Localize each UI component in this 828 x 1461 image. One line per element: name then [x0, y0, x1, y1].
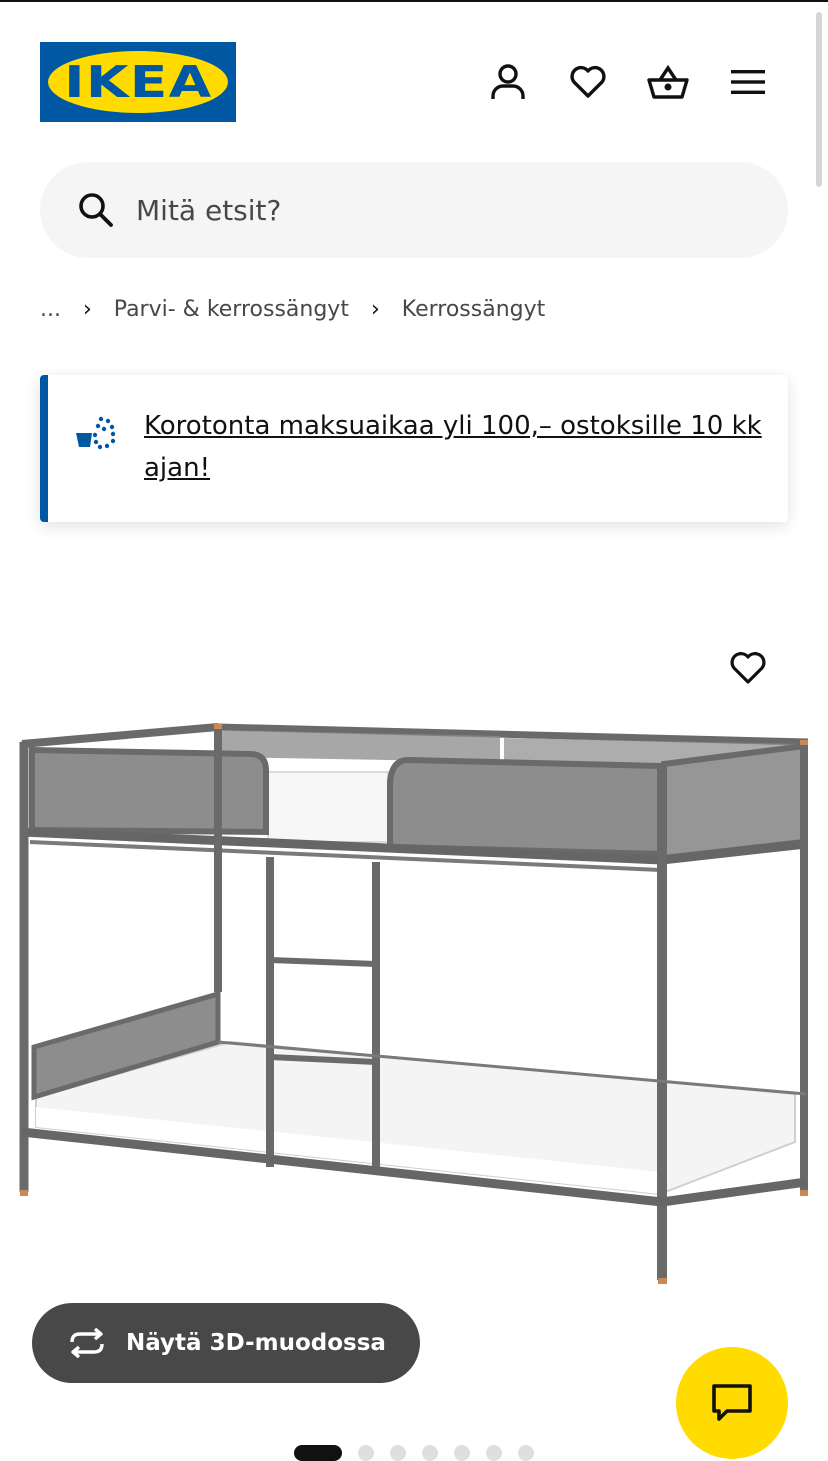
product-favourite-button[interactable] — [724, 644, 772, 692]
carousel-dot[interactable] — [390, 1445, 406, 1461]
chevron-right-icon: › — [370, 296, 380, 322]
logo-text: IKEA — [63, 56, 213, 108]
carousel-dots — [294, 1445, 550, 1461]
chat-button[interactable] — [676, 1347, 788, 1459]
breadcrumb: ... › Parvi- & kerrossängyt › Kerrossäng… — [40, 292, 545, 326]
carousel-dot[interactable] — [422, 1445, 438, 1461]
chevron-right-icon: › — [82, 296, 92, 322]
search-bar[interactable] — [40, 162, 788, 258]
site-header: IKEA — [0, 2, 828, 152]
rotate-3d-icon — [70, 1328, 104, 1358]
search-input[interactable] — [136, 184, 736, 236]
basket-button[interactable] — [646, 60, 690, 104]
breadcrumb-item-bunk-beds[interactable]: Kerrossängyt — [402, 297, 546, 322]
heart-icon — [570, 65, 606, 98]
favourites-button[interactable] — [566, 60, 610, 104]
payment-icon — [76, 416, 116, 450]
chat-icon — [712, 1384, 752, 1421]
view-3d-button[interactable]: Näytä 3D-muodossa — [32, 1303, 420, 1383]
carousel-dot[interactable] — [358, 1445, 374, 1461]
view-3d-label: Näytä 3D-muodossa — [126, 1330, 386, 1356]
carousel-dot[interactable] — [486, 1445, 502, 1461]
carousel-dot[interactable] — [294, 1445, 342, 1461]
shopping-basket-icon — [647, 64, 689, 99]
carousel-dot[interactable] — [454, 1445, 470, 1461]
ikea-logo[interactable]: IKEA — [40, 42, 236, 122]
carousel-dot[interactable] — [518, 1445, 534, 1461]
logo-oval: IKEA — [48, 51, 228, 113]
promo-link[interactable]: Korotonta maksuaikaa yli 100,– ostoksill… — [144, 405, 764, 489]
promo-accent-bar — [40, 375, 48, 522]
profile-icon — [491, 64, 525, 99]
bunk-bed-image[interactable] — [0, 702, 828, 1302]
hamburger-menu-icon — [731, 70, 765, 94]
breadcrumb-ellipsis[interactable]: ... — [40, 297, 61, 322]
profile-button[interactable] — [486, 60, 530, 104]
heart-icon — [730, 652, 766, 684]
menu-button[interactable] — [726, 60, 770, 104]
search-icon — [79, 193, 113, 227]
breadcrumb-item-loft-bunk-beds[interactable]: Parvi- & kerrossängyt — [114, 297, 349, 322]
promo-banner: Korotonta maksuaikaa yli 100,– ostoksill… — [40, 375, 788, 522]
